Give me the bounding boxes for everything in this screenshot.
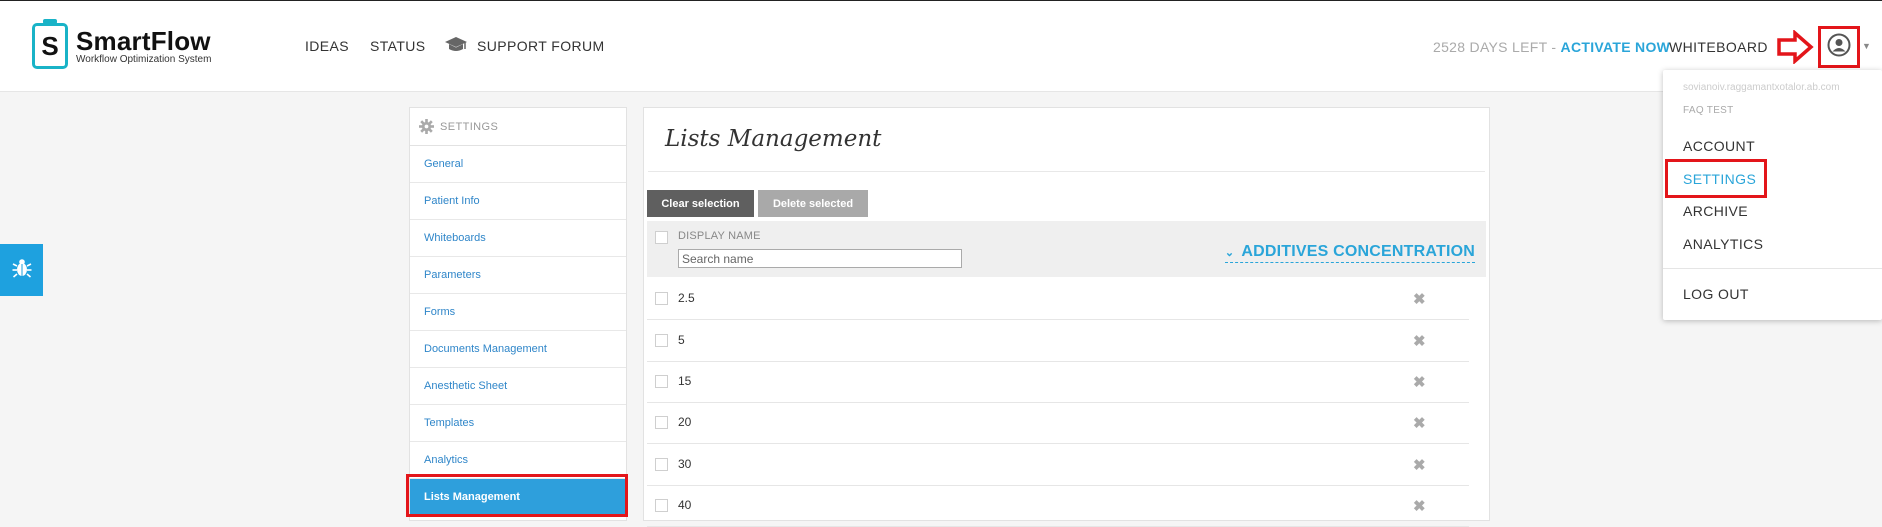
chevron-down-icon: ⌄	[1224, 247, 1235, 259]
arrow-right-icon	[1776, 29, 1814, 69]
brand-name: SmartFlow	[76, 25, 211, 56]
close-icon[interactable]: ✖	[1413, 373, 1426, 391]
settings-sidebar: SETTINGS General Patient Info Whiteboard…	[409, 107, 627, 521]
select-all-checkbox[interactable]	[655, 231, 668, 244]
row-value: 30	[678, 457, 692, 471]
close-icon[interactable]: ✖	[1413, 456, 1426, 474]
table-header: DISPLAY NAME ⌄ ADDITIVES CONCENTRATION	[647, 221, 1486, 277]
top-header: S SmartFlow Workflow Optimization System…	[0, 0, 1882, 92]
row-value: 20	[678, 415, 692, 429]
close-icon[interactable]: ✖	[1413, 290, 1426, 308]
gear-icon	[419, 119, 434, 134]
list-selector-dropdown[interactable]: ⌄ ADDITIVES CONCENTRATION	[1224, 243, 1475, 263]
user-email: sovianoiv.raggamantxotalor.ab.com	[1683, 82, 1840, 93]
lists-management-panel: Lists Management Clear selection Delete …	[643, 107, 1490, 527]
sidebar-item-general[interactable]: General	[410, 146, 626, 183]
user-circle-icon	[1827, 33, 1851, 62]
sidebar-item-parameters[interactable]: Parameters	[410, 257, 626, 294]
sidebar-header-label: SETTINGS	[440, 120, 499, 133]
account-name: FAQ TEST	[1683, 105, 1734, 116]
logo[interactable]: S SmartFlow Workflow Optimization System	[32, 19, 212, 69]
column-header-display-name: DISPLAY NAME	[678, 230, 761, 242]
graduation-cap-icon	[444, 35, 468, 60]
trial-days-left: 2528 DAYS LEFT - ACTIVATE NOW	[1433, 39, 1670, 55]
close-icon[interactable]: ✖	[1413, 332, 1426, 350]
close-icon[interactable]: ✖	[1413, 414, 1426, 432]
menu-item-archive[interactable]: ARCHIVE	[1683, 203, 1748, 219]
sidebar-item-documents-management[interactable]: Documents Management	[410, 331, 626, 368]
row-value: 40	[678, 498, 692, 512]
sidebar-item-anesthetic-sheet[interactable]: Anesthetic Sheet	[410, 368, 626, 405]
row-value: 2.5	[678, 291, 695, 305]
sidebar-item-patient-info[interactable]: Patient Info	[410, 183, 626, 220]
table-row: 5 ✖	[647, 320, 1469, 362]
menu-item-settings[interactable]: SETTINGS	[1683, 171, 1756, 187]
menu-item-account[interactable]: ACCOUNT	[1683, 138, 1755, 154]
close-icon[interactable]: ✖	[1413, 497, 1426, 515]
row-checkbox[interactable]	[655, 292, 668, 305]
row-checkbox[interactable]	[655, 334, 668, 347]
user-dropdown-menu: sovianoiv.raggamantxotalor.ab.com FAQ TE…	[1663, 70, 1882, 320]
table-row: 20 ✖	[647, 402, 1469, 444]
sidebar-item-analytics[interactable]: Analytics	[410, 442, 626, 479]
table-row: 2.5 ✖	[647, 278, 1469, 320]
clear-selection-button[interactable]: Clear selection	[647, 190, 754, 217]
page-title: Lists Management	[665, 126, 882, 152]
row-checkbox[interactable]	[655, 416, 668, 429]
table-row: 15 ✖	[647, 361, 1469, 403]
user-menu-button[interactable]	[1818, 26, 1860, 68]
activate-now-link[interactable]: ACTIVATE NOW	[1561, 39, 1671, 55]
row-checkbox[interactable]	[655, 499, 668, 512]
nav-support-forum[interactable]: SUPPORT FORUM	[477, 38, 605, 54]
delete-selected-button[interactable]: Delete selected	[758, 190, 868, 217]
nav-ideas[interactable]: IDEAS	[305, 38, 349, 54]
days-left-text: 2528 DAYS LEFT -	[1433, 39, 1557, 55]
sidebar-item-whiteboards[interactable]: Whiteboards	[410, 220, 626, 257]
menu-item-logout[interactable]: LOG OUT	[1683, 286, 1749, 302]
row-checkbox[interactable]	[655, 458, 668, 471]
row-checkbox[interactable]	[655, 375, 668, 388]
whiteboard-link[interactable]: WHITEBOARD	[1669, 39, 1768, 55]
search-input[interactable]	[678, 249, 962, 268]
title-divider	[648, 171, 1485, 172]
chevron-down-icon: ▼	[1862, 41, 1871, 51]
menu-item-analytics[interactable]: ANALYTICS	[1683, 236, 1763, 252]
bug-icon	[11, 257, 33, 284]
sidebar-item-lists-management[interactable]: Lists Management	[410, 479, 626, 516]
logo-badge: S	[32, 19, 68, 69]
sidebar-header: SETTINGS	[410, 108, 626, 146]
list-selector-label: ADDITIVES CONCENTRATION	[1241, 243, 1475, 260]
menu-divider	[1663, 268, 1882, 269]
brand-tagline: Workflow Optimization System	[76, 53, 212, 65]
table-row: 30 ✖	[647, 444, 1469, 486]
nav-status[interactable]: STATUS	[370, 38, 426, 54]
sidebar-item-forms[interactable]: Forms	[410, 294, 626, 331]
row-value: 15	[678, 374, 692, 388]
logo-badge-letter: S	[41, 30, 59, 61]
row-value: 5	[678, 333, 685, 347]
feedback-tab[interactable]	[0, 244, 43, 296]
sidebar-item-templates[interactable]: Templates	[410, 405, 626, 442]
